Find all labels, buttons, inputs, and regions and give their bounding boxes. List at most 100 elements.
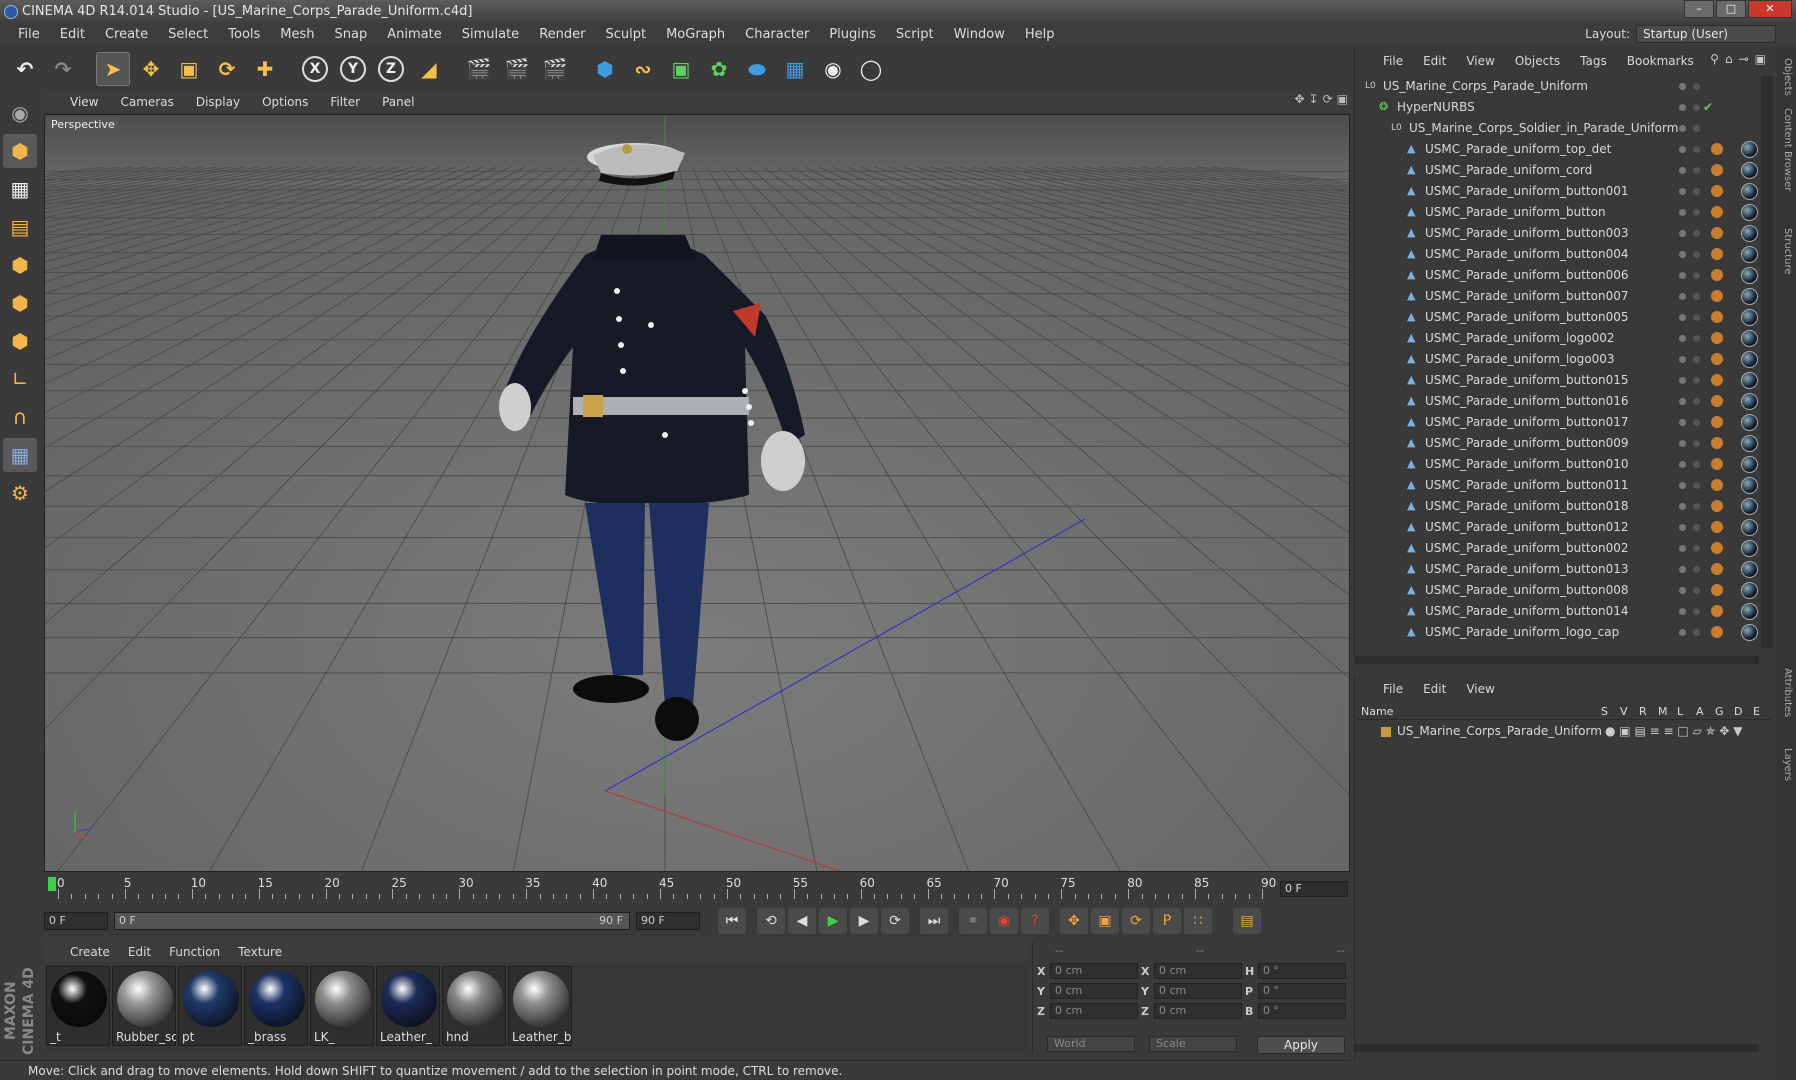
visibility-editor-dot[interactable] bbox=[1679, 230, 1686, 237]
autokeying-icon[interactable]: ? bbox=[1021, 908, 1049, 934]
viewport-menu-cameras[interactable]: Cameras bbox=[120, 95, 173, 109]
visibility-render-dot[interactable] bbox=[1693, 188, 1700, 195]
layout-dropdown[interactable]: Startup (User) bbox=[1636, 25, 1776, 43]
timeline-layout-icon[interactable]: ▤ bbox=[1233, 908, 1261, 934]
visibility-editor-dot[interactable] bbox=[1679, 545, 1686, 552]
phong-tag-icon[interactable] bbox=[1711, 500, 1723, 512]
maximize-view-icon[interactable]: ▣ bbox=[1337, 92, 1348, 106]
menu-mograph[interactable]: MoGraph bbox=[656, 24, 735, 46]
menu-animate[interactable]: Animate bbox=[377, 24, 451, 46]
visibility-render-dot[interactable] bbox=[1693, 440, 1700, 447]
menu-script[interactable]: Script bbox=[886, 24, 944, 46]
object-row[interactable]: ▲ USMC_Parade_uniform_button003 bbox=[1355, 223, 1759, 244]
material-tag-icon[interactable] bbox=[1741, 246, 1758, 263]
object-row[interactable]: ▲ USMC_Parade_uniform_button013 bbox=[1355, 559, 1759, 580]
coord-mode-dropdown[interactable]: Scale bbox=[1149, 1036, 1237, 1052]
scale-icon[interactable]: ▣ bbox=[172, 52, 206, 86]
object-row[interactable]: ▲ USMC_Parade_uniform_logo002 bbox=[1355, 328, 1759, 349]
visibility-render-dot[interactable] bbox=[1693, 293, 1700, 300]
material-menu-create[interactable]: Create bbox=[70, 945, 110, 959]
subdivision-surface-icon[interactable]: ▣ bbox=[664, 52, 698, 86]
material-tag-icon[interactable] bbox=[1741, 519, 1758, 536]
coord-field[interactable]: 0 cm bbox=[1050, 963, 1138, 979]
home-icon[interactable]: ⌂ bbox=[1725, 52, 1733, 66]
material-swatch[interactable]: hnd bbox=[442, 966, 506, 1046]
side-tab-structure[interactable]: Structure bbox=[1779, 228, 1793, 275]
side-tab-attributes[interactable]: Attributes bbox=[1779, 668, 1793, 717]
points-mode-icon[interactable]: ⬢ bbox=[3, 248, 37, 282]
layer-menu-view[interactable]: View bbox=[1466, 682, 1494, 696]
texture-mode-icon[interactable]: ▦ bbox=[3, 172, 37, 206]
play-icon[interactable]: ▶ bbox=[819, 908, 847, 934]
visibility-render-dot[interactable] bbox=[1693, 629, 1700, 636]
phong-tag-icon[interactable] bbox=[1711, 584, 1723, 596]
material-tag-icon[interactable] bbox=[1741, 372, 1758, 389]
y-axis-lock-icon[interactable]: Y bbox=[336, 52, 370, 86]
material-tag-icon[interactable] bbox=[1741, 288, 1758, 305]
orbit-icon[interactable]: ⟳ bbox=[1323, 92, 1333, 106]
material-tag-icon[interactable] bbox=[1741, 204, 1758, 221]
layer-column-s[interactable]: S bbox=[1601, 705, 1608, 718]
visibility-editor-dot[interactable] bbox=[1679, 398, 1686, 405]
visibility-editor-dot[interactable] bbox=[1679, 524, 1686, 531]
object-row[interactable]: ▲ USMC_Parade_uniform_button004 bbox=[1355, 244, 1759, 265]
object-row[interactable]: ▲ USMC_Parade_uniform_button002 bbox=[1355, 538, 1759, 559]
coord-field[interactable]: 0 ° bbox=[1258, 983, 1346, 999]
layer-column-e[interactable]: E bbox=[1753, 705, 1760, 718]
object-menu-edit[interactable]: Edit bbox=[1423, 54, 1446, 68]
visibility-editor-dot[interactable] bbox=[1679, 146, 1686, 153]
x-axis-lock-icon[interactable]: X bbox=[298, 52, 332, 86]
material-tag-icon[interactable] bbox=[1741, 330, 1758, 347]
visibility-render-dot[interactable] bbox=[1693, 524, 1700, 531]
layer-flags[interactable]: ● ▣ ▤ ≡ ≡ □ ▱ ✯ ✥ ▼ bbox=[1605, 722, 1743, 740]
material-menu-function[interactable]: Function bbox=[169, 945, 220, 959]
object-menu-view[interactable]: View bbox=[1466, 54, 1494, 68]
visibility-editor-dot[interactable] bbox=[1679, 482, 1686, 489]
layer-column-v[interactable]: V bbox=[1620, 705, 1628, 718]
visibility-editor-dot[interactable] bbox=[1679, 293, 1686, 300]
menu-edit[interactable]: Edit bbox=[50, 24, 95, 46]
motion-record-icon[interactable]: ⚭ bbox=[959, 908, 987, 934]
visibility-render-dot[interactable] bbox=[1693, 251, 1700, 258]
rotate-icon[interactable]: ⟳ bbox=[210, 52, 244, 86]
material-menu-edit[interactable]: Edit bbox=[128, 945, 151, 959]
layer-column-l[interactable]: L bbox=[1677, 705, 1683, 718]
object-menu-tags[interactable]: Tags bbox=[1580, 54, 1607, 68]
visibility-render-dot[interactable] bbox=[1693, 167, 1700, 174]
visibility-editor-dot[interactable] bbox=[1679, 377, 1686, 384]
key-scale-icon[interactable]: ▣ bbox=[1091, 908, 1119, 934]
visibility-render-dot[interactable] bbox=[1693, 83, 1700, 90]
viewport-menu-panel[interactable]: Panel bbox=[382, 95, 414, 109]
model-mode-icon[interactable]: ◉ bbox=[3, 96, 37, 130]
visibility-editor-dot[interactable] bbox=[1679, 167, 1686, 174]
object-row[interactable]: ▲ USMC_Parade_uniform_logo003 bbox=[1355, 349, 1759, 370]
material-swatch[interactable]: pt bbox=[178, 966, 242, 1046]
object-row[interactable]: ▲ USMC_Parade_uniform_top_det bbox=[1355, 139, 1759, 160]
visibility-editor-dot[interactable] bbox=[1679, 209, 1686, 216]
dolly-icon[interactable]: ↧ bbox=[1309, 92, 1319, 106]
menu-file[interactable]: File bbox=[8, 24, 50, 46]
object-row[interactable]: ▲ USMC_Parade_uniform_button016 bbox=[1355, 391, 1759, 412]
coord-field[interactable]: 0 ° bbox=[1258, 1003, 1346, 1019]
viewport-menu-filter[interactable]: Filter bbox=[330, 95, 360, 109]
visibility-editor-dot[interactable] bbox=[1679, 125, 1686, 132]
phong-tag-icon[interactable] bbox=[1711, 332, 1723, 344]
phong-tag-icon[interactable] bbox=[1711, 248, 1723, 260]
previous-key-icon[interactable]: ⟲ bbox=[757, 908, 785, 934]
key-parameter-icon[interactable]: P bbox=[1153, 908, 1181, 934]
workplane-lock-icon[interactable]: ⚙ bbox=[3, 476, 37, 510]
object-list-hscrollbar[interactable] bbox=[1355, 656, 1759, 664]
phong-tag-icon[interactable] bbox=[1711, 374, 1723, 386]
material-tag-icon[interactable] bbox=[1741, 351, 1758, 368]
phong-tag-icon[interactable] bbox=[1711, 605, 1723, 617]
key-position-icon[interactable]: ✥ bbox=[1060, 908, 1088, 934]
visibility-render-dot[interactable] bbox=[1693, 482, 1700, 489]
material-tag-icon[interactable] bbox=[1741, 162, 1758, 179]
coord-field[interactable]: 0 cm bbox=[1050, 983, 1138, 999]
cube-primitive-icon[interactable]: ⬢ bbox=[588, 52, 622, 86]
visibility-editor-dot[interactable] bbox=[1679, 356, 1686, 363]
phong-tag-icon[interactable] bbox=[1711, 269, 1723, 281]
go-to-start-icon[interactable]: ⏮ bbox=[718, 908, 746, 934]
phong-tag-icon[interactable] bbox=[1711, 206, 1723, 218]
object-row[interactable]: ▲ USMC_Parade_uniform_button011 bbox=[1355, 475, 1759, 496]
